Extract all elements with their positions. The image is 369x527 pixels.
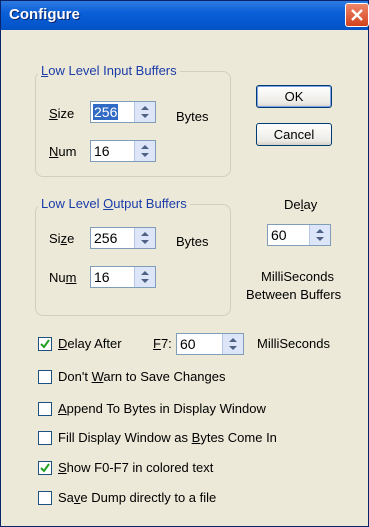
updown-arrows[interactable]: [134, 267, 155, 287]
close-icon: [351, 9, 363, 21]
save-dump-checkbox[interactable]: [38, 491, 52, 505]
delay-after-spinner[interactable]: 60: [176, 333, 244, 355]
cancel-button[interactable]: Cancel: [256, 123, 332, 146]
delay-after-checkbox[interactable]: [38, 337, 52, 351]
input-num-spinner[interactable]: 16: [90, 140, 156, 162]
delay-unit-line1: MilliSeconds: [261, 269, 334, 284]
colored-text-label[interactable]: Show F0-F7 in colored text: [58, 460, 213, 475]
output-num-label: Num: [49, 270, 77, 285]
dont-warn-checkbox[interactable]: [38, 370, 52, 384]
updown-arrows[interactable]: [222, 334, 243, 354]
delay-value[interactable]: 60: [271, 227, 287, 243]
delay-after-unit: MilliSeconds: [257, 336, 330, 351]
spin-arrows-icon: [141, 145, 149, 157]
updown-arrows[interactable]: [134, 141, 155, 161]
input-num-value[interactable]: 16: [94, 143, 110, 159]
save-dump-label[interactable]: Save Dump directly to a file: [58, 490, 216, 505]
dont-warn-label[interactable]: Don't Warn to Save Changes: [58, 369, 226, 384]
output-size-unit: Bytes: [176, 234, 209, 249]
output-size-spinner[interactable]: 256: [90, 227, 156, 249]
output-num-spinner[interactable]: 16: [90, 266, 156, 288]
spin-arrows-icon: [141, 271, 149, 283]
delay-after-key-label: F7:: [153, 336, 172, 351]
window-title: Configure: [9, 6, 80, 23]
delay-after-value[interactable]: 60: [180, 336, 196, 352]
output-size-label: Size: [49, 231, 75, 246]
colored-text-checkbox[interactable]: [38, 461, 52, 475]
title-bar[interactable]: Configure: [1, 1, 369, 30]
delay-label: Delay: [284, 197, 318, 212]
fill-display-label[interactable]: Fill Display Window as Bytes Come In: [58, 430, 277, 445]
updown-arrows[interactable]: [134, 228, 155, 248]
spin-arrows-icon: [229, 338, 237, 350]
append-bytes-label[interactable]: Append To Bytes in Display Window: [58, 401, 266, 416]
output-size-value[interactable]: 256: [94, 230, 117, 246]
input-size-unit: Bytes: [176, 109, 209, 124]
append-bytes-checkbox[interactable]: [38, 402, 52, 416]
output-buffers-legend: Low Level Output Buffers: [38, 196, 190, 211]
delay-spinner[interactable]: 60: [267, 224, 331, 246]
delay-unit-line2: Between Buffers: [246, 287, 342, 302]
configure-dialog: Configure Low Level Input Buffers Size 2…: [0, 0, 369, 527]
spin-arrows-icon: [316, 229, 324, 241]
output-num-value[interactable]: 16: [94, 269, 110, 285]
input-size-spinner[interactable]: 256: [90, 101, 156, 123]
spin-arrows-icon: [141, 106, 149, 118]
close-button[interactable]: [345, 3, 369, 27]
spin-arrows-icon: [141, 232, 149, 244]
fill-display-checkbox[interactable]: [38, 431, 52, 445]
checkmark-icon: [40, 463, 50, 473]
input-num-label: Num: [49, 144, 77, 159]
updown-arrows[interactable]: [309, 225, 330, 245]
output-buffers-group: [35, 204, 231, 316]
updown-arrows[interactable]: [134, 102, 155, 122]
input-buffers-legend: Low Level Input Buffers: [38, 63, 180, 78]
checkmark-icon: [40, 339, 50, 349]
ok-button[interactable]: OK: [256, 85, 332, 108]
input-size-label: Size: [49, 106, 75, 121]
delay-after-label[interactable]: Delay After: [58, 336, 122, 351]
input-size-value[interactable]: 256: [93, 104, 119, 120]
